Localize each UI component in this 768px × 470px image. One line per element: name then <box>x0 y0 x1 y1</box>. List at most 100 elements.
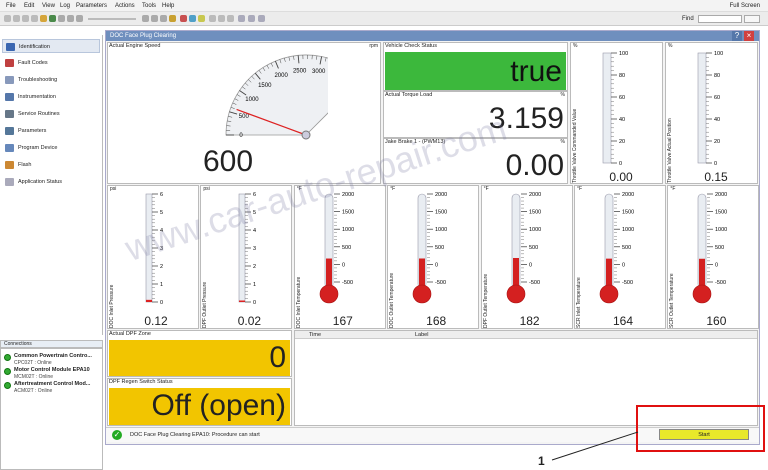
sidebar-item-troubleshooting[interactable]: Troubleshooting <box>2 73 100 87</box>
menu-view[interactable]: View <box>42 3 55 9</box>
scale-label: 80 <box>619 73 625 79</box>
find-button[interactable] <box>744 15 760 23</box>
torque-load-label: Actual Torque Load <box>385 92 433 98</box>
scale-label: 1000 <box>715 227 727 233</box>
scale-label: 0 <box>435 262 438 268</box>
filter-icon[interactable] <box>238 15 245 22</box>
chart-icon[interactable] <box>180 15 187 22</box>
find-input[interactable] <box>698 15 742 23</box>
sidebar-item-service-routines[interactable]: Service Routines <box>2 107 100 121</box>
scale-label: 1000 <box>435 227 447 233</box>
scale-label: 1 <box>160 282 163 288</box>
sensor-gauge-tile: °F DOC Outlet Temperature 2000 1500 1000 500 0… <box>387 185 480 329</box>
menu-file[interactable]: File <box>6 3 16 9</box>
connection-name: Aftertreatment Control Mod... <box>14 381 91 387</box>
refresh-icon[interactable] <box>31 15 38 22</box>
scale-label: 0 <box>715 262 718 268</box>
sidebar-item-flash[interactable]: Flash <box>2 158 100 172</box>
menu-parameters[interactable]: Parameters <box>76 3 107 9</box>
gauge-scale: 2000 1500 1000 500 0 -500 <box>506 192 541 304</box>
menu-actions[interactable]: Actions <box>115 3 135 9</box>
bar-fill <box>239 300 246 302</box>
gauge-scale: 2000 1500 1000 500 0 -500 <box>599 192 634 304</box>
find-label: Find <box>682 16 694 22</box>
gauge-unit: °F <box>670 186 676 192</box>
forward-icon[interactable] <box>13 15 20 22</box>
gauge-label: DOC Outlet Temperature <box>389 272 396 328</box>
pause-icon[interactable] <box>67 15 74 22</box>
dial-hub <box>301 130 311 140</box>
sidebar-item-label: Troubleshooting <box>18 77 58 83</box>
help-button[interactable]: ? <box>732 31 742 41</box>
id-card-icon <box>6 43 15 51</box>
gauge-scale: 2000 1500 1000 500 0 -500 <box>693 192 728 304</box>
scale-label: 0 <box>714 161 717 167</box>
back-icon[interactable] <box>4 15 11 22</box>
step-icon[interactable] <box>160 15 167 22</box>
connection-name: Motor Control Module EPA10 <box>14 367 90 373</box>
menu-log[interactable]: Log <box>60 3 70 9</box>
sidebar-item-program-device[interactable]: Program Device <box>2 141 100 155</box>
menu-edit[interactable]: Edit <box>24 3 34 9</box>
log-header <box>295 331 757 339</box>
gauge-value: 164 <box>612 314 634 328</box>
sensor-gauge-tile: °F DPF Outlet Temperature 2000 1500 1000 500 0… <box>480 185 573 329</box>
gauge-value: 0.00 <box>609 170 633 184</box>
rewind-icon[interactable] <box>142 15 149 22</box>
torque-load-unit: % <box>560 92 565 98</box>
folder-icon[interactable] <box>40 15 47 22</box>
undo-icon[interactable] <box>248 15 255 22</box>
paste-icon[interactable] <box>227 15 234 22</box>
mercury-column <box>419 258 426 288</box>
program-device-icon <box>5 144 14 152</box>
playback-slider[interactable] <box>88 18 136 20</box>
sidebar-item-label: Application Status <box>18 179 63 185</box>
gauge-label: DPF Outlet Temperature <box>482 273 489 328</box>
stop-icon[interactable] <box>22 15 29 22</box>
application-status-icon <box>5 178 14 186</box>
notes-icon[interactable] <box>198 15 205 22</box>
redo-icon[interactable] <box>258 15 265 22</box>
dial-scale-label: 500 <box>239 114 250 120</box>
record-icon[interactable] <box>49 15 56 22</box>
menu-tools[interactable]: Tools <box>142 3 156 9</box>
scale-label: 100 <box>619 51 628 57</box>
stop-log-icon[interactable] <box>76 15 83 22</box>
print-icon[interactable] <box>209 15 216 22</box>
sidebar-item-fault-codes[interactable]: Fault Codes <box>2 56 100 70</box>
connections-panel: Common Powertrain Contro... CPC02T : Onli… <box>0 348 103 470</box>
sidebar-item-application-status[interactable]: Application Status <box>2 175 100 189</box>
fault-codes-icon <box>5 59 14 67</box>
dpf-zone-label: Actual DPF Zone <box>109 331 151 337</box>
log-col-time[interactable]: Time <box>309 332 321 338</box>
gauge-label: DOC Inlet Pressure <box>109 284 115 328</box>
play-icon[interactable] <box>58 15 65 22</box>
full-screen-link[interactable]: Full Screen <box>730 3 760 9</box>
sidebar-item-parameters[interactable]: Parameters <box>2 124 100 138</box>
scale-label: 0 <box>619 161 622 167</box>
engine-speed-dial: 05001000150020002500300035004000 <box>225 54 328 140</box>
sidebar-item-label: Flash <box>18 162 32 168</box>
scale-label: 2000 <box>715 192 727 198</box>
sidebar-item-instrumentation[interactable]: Instrumentation <box>2 90 100 104</box>
menu-help[interactable]: Help <box>162 3 174 9</box>
close-button[interactable]: × <box>744 31 754 41</box>
copy-icon[interactable] <box>218 15 225 22</box>
online-status-icon <box>4 354 11 361</box>
scale-label: 500 <box>435 245 444 251</box>
sidebar-item-id-card[interactable]: Identification <box>2 39 100 53</box>
scale-label: 1000 <box>622 227 634 233</box>
log-col-label[interactable]: Label <box>415 332 428 338</box>
fast-forward-icon[interactable] <box>151 15 158 22</box>
scale-label: 1500 <box>342 210 354 216</box>
sidebar-item-label: Parameters <box>18 128 47 134</box>
thermometer-bulb <box>412 284 432 304</box>
scale-label: -500 <box>715 280 726 286</box>
gauge-value: 168 <box>426 314 447 328</box>
mercury-column <box>512 257 519 288</box>
flash-icon <box>5 161 14 169</box>
bookmark-icon[interactable] <box>169 15 176 22</box>
scale-label: 2000 <box>622 192 634 198</box>
table-icon[interactable] <box>189 15 196 22</box>
vehicle-check-tile: Vehicle Check Status true <box>383 42 568 91</box>
